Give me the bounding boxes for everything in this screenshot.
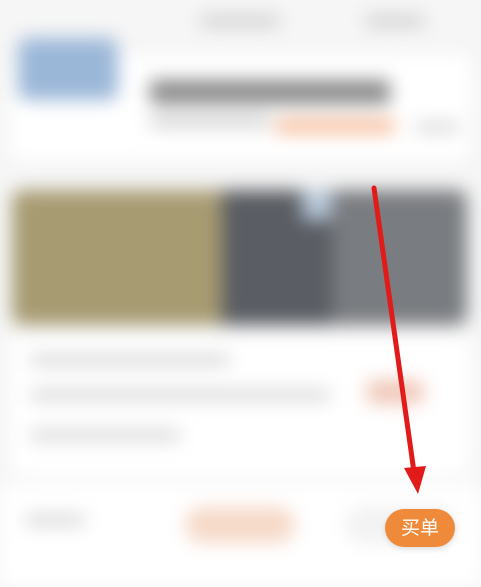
top-tab-placeholder: [200, 16, 280, 26]
shop-title-placeholder: [150, 80, 390, 104]
list-line-placeholder: [30, 390, 330, 400]
shop-side-placeholder: [415, 122, 460, 132]
bottom-label-placeholder: [25, 515, 85, 525]
banner-image: [12, 190, 467, 325]
blurred-page-content: [0, 0, 481, 587]
top-tab-bar: [190, 10, 470, 36]
banner-image-right: [332, 190, 467, 325]
shop-promo-placeholder: [275, 120, 395, 132]
bottom-button-placeholder: [185, 507, 295, 543]
list-line-placeholder: [30, 355, 230, 365]
banner-image-left: [12, 190, 222, 325]
list-line-placeholder: [30, 430, 180, 440]
app-screen: 买单: [0, 0, 481, 587]
buy-button[interactable]: 买单: [385, 509, 455, 547]
shop-subtitle-placeholder: [150, 115, 270, 127]
deal-list-card: [10, 335, 471, 475]
list-accent-placeholder: [365, 380, 425, 404]
top-tab-placeholder: [365, 16, 425, 26]
shop-logo: [18, 38, 118, 100]
